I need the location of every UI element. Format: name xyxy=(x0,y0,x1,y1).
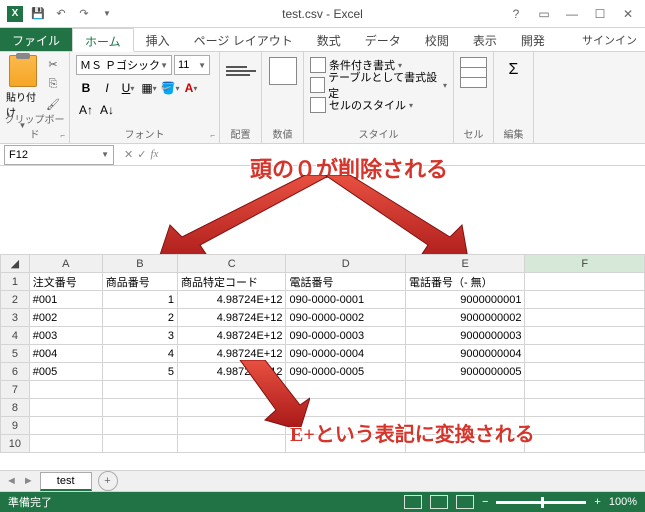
cond-format-icon xyxy=(310,57,326,73)
zoom-in-button[interactable]: + xyxy=(594,496,600,508)
save-icon[interactable]: 💾 xyxy=(27,3,49,25)
tab-data[interactable]: データ xyxy=(353,28,413,51)
status-bar: 準備完了 − + 100% xyxy=(0,492,645,512)
undo-icon[interactable]: ↶ xyxy=(50,3,72,25)
tab-formula[interactable]: 数式 xyxy=(305,28,353,51)
font-color-button[interactable]: A▾ xyxy=(181,78,201,98)
font-name-select[interactable]: ＭＳ Ｐゴシック▼ xyxy=(76,55,172,75)
tab-dev[interactable]: 開発 xyxy=(509,28,557,51)
minimize-icon[interactable]: — xyxy=(559,4,585,24)
cell-style-icon xyxy=(310,97,326,113)
add-sheet-button[interactable]: + xyxy=(98,471,118,491)
tab-insert[interactable]: 挿入 xyxy=(134,28,182,51)
group-styles: 条件付き書式▾ テーブルとして書式設定▾ セルのスタイル▾ スタイル xyxy=(304,52,454,143)
page-layout-view-icon[interactable] xyxy=(430,495,448,509)
copy-icon[interactable]: ⎘ xyxy=(43,75,63,93)
number-format-icon[interactable] xyxy=(269,57,297,85)
name-box[interactable]: F12▼ xyxy=(4,145,114,165)
fill-color-button[interactable]: 🪣▾ xyxy=(160,78,180,98)
fx-icon[interactable]: fx xyxy=(150,148,158,161)
close-icon[interactable]: ✕ xyxy=(615,4,641,24)
tab-file[interactable]: ファイル xyxy=(0,28,72,51)
dialog-launcher-icon[interactable]: ⌐ xyxy=(60,131,65,140)
group-cells: セル xyxy=(454,52,494,143)
group-alignment: 配置 xyxy=(220,52,262,143)
tab-view[interactable]: 表示 xyxy=(461,28,509,51)
font-size-select[interactable]: 11▼ xyxy=(174,55,210,75)
format-table-button[interactable]: テーブルとして書式設定▾ xyxy=(310,75,447,95)
underline-button[interactable]: U▾ xyxy=(118,78,138,98)
alignment-icon[interactable] xyxy=(226,57,256,85)
cancel-icon[interactable]: ✕ xyxy=(124,148,133,161)
increase-font-icon[interactable]: A↑ xyxy=(76,100,96,120)
col-header[interactable]: B xyxy=(102,255,177,273)
signin-link[interactable]: サインイン xyxy=(574,28,645,51)
prev-sheet-icon[interactable]: ◄ xyxy=(6,475,17,487)
col-header[interactable]: F xyxy=(525,255,645,273)
cut-icon[interactable]: ✂ xyxy=(43,55,63,73)
col-header[interactable]: A xyxy=(29,255,102,273)
group-clipboard: 貼り付け ▼ ✂ ⎘ 🖌 クリップボード ⌐ xyxy=(0,52,70,143)
ribbon: 貼り付け ▼ ✂ ⎘ 🖌 クリップボード ⌐ ＭＳ Ｐゴシック▼ 11▼ B I… xyxy=(0,52,645,144)
col-header[interactable]: D xyxy=(286,255,406,273)
annotation-text: E+という表記に変換される xyxy=(290,418,535,447)
quick-access-toolbar: X 💾 ↶ ↷ ▼ xyxy=(0,1,122,27)
status-text: 準備完了 xyxy=(8,494,52,510)
titlebar: X 💾 ↶ ↷ ▼ test.csv - Excel ? ▭ — ☐ ✕ xyxy=(0,0,645,28)
tab-layout[interactable]: ページ レイアウト xyxy=(182,28,305,51)
select-all-button[interactable]: ◢ xyxy=(1,255,30,273)
zoom-out-button[interactable]: − xyxy=(482,496,488,508)
annotation-text: 頭の０が削除される xyxy=(250,152,448,184)
editing-icon[interactable]: Σ xyxy=(500,55,527,85)
enter-icon[interactable]: ✓ xyxy=(137,148,146,161)
sheet-tab[interactable]: test xyxy=(40,472,92,491)
sheet-tabs: ◄ ► test + xyxy=(0,470,645,492)
col-header[interactable]: E xyxy=(405,255,525,273)
normal-view-icon[interactable] xyxy=(404,495,422,509)
tab-home[interactable]: ホーム xyxy=(72,28,134,52)
group-font: ＭＳ Ｐゴシック▼ 11▼ B I U▾ ▦▾ 🪣▾ A▾ A↑ A↓ フォント… xyxy=(70,52,220,143)
page-break-view-icon[interactable] xyxy=(456,495,474,509)
ribbon-tabs: ファイル ホーム 挿入 ページ レイアウト 数式 データ 校閲 表示 開発 サイ… xyxy=(0,28,645,52)
window-title: test.csv - Excel xyxy=(282,7,363,21)
paste-icon xyxy=(9,55,37,87)
cell-style-button[interactable]: セルのスタイル▾ xyxy=(310,95,447,115)
next-sheet-icon[interactable]: ► xyxy=(23,475,34,487)
zoom-level[interactable]: 100% xyxy=(609,496,637,508)
qat-dropdown-icon[interactable]: ▼ xyxy=(96,3,118,25)
maximize-icon[interactable]: ☐ xyxy=(587,4,613,24)
ribbon-options-icon[interactable]: ▭ xyxy=(531,4,557,24)
group-editing: Σ 編集 xyxy=(494,52,534,143)
redo-icon[interactable]: ↷ xyxy=(73,3,95,25)
help-icon[interactable]: ? xyxy=(503,4,529,24)
table-format-icon xyxy=(310,77,325,93)
border-button[interactable]: ▦▾ xyxy=(139,78,159,98)
italic-button[interactable]: I xyxy=(97,78,117,98)
col-header[interactable]: C xyxy=(178,255,286,273)
excel-icon[interactable]: X xyxy=(4,3,26,25)
decrease-font-icon[interactable]: A↓ xyxy=(97,100,117,120)
dialog-launcher-icon[interactable]: ⌐ xyxy=(210,131,215,140)
tab-review[interactable]: 校閲 xyxy=(413,28,461,51)
zoom-slider[interactable] xyxy=(496,501,586,504)
group-number: 数値 xyxy=(262,52,304,143)
bold-button[interactable]: B xyxy=(76,78,96,98)
cells-icon[interactable] xyxy=(461,57,487,87)
